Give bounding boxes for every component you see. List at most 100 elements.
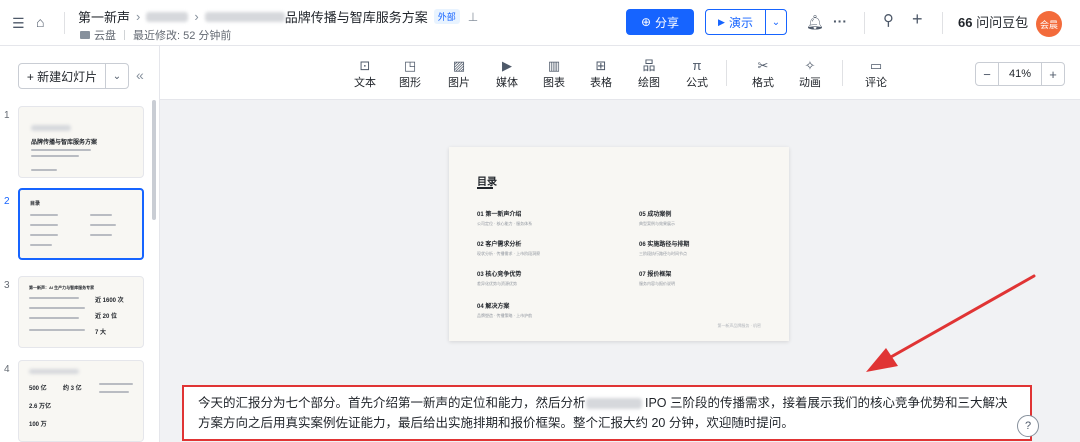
header-divider: [942, 12, 943, 34]
tool-media[interactable]: ▶ 媒体: [487, 58, 527, 90]
thumbnail-stat: 近 20 位: [95, 314, 118, 320]
speaker-notes[interactable]: 今天的汇报分为七个部分。首先介绍第一新声的定位和能力，然后分析 IPO 三阶段的…: [182, 385, 1032, 441]
thumbnail-title: 第一新声：AI 生产力与智库服务专家: [29, 285, 95, 290]
breadcrumb-root[interactable]: 第一新声: [78, 7, 130, 26]
redacted-folder[interactable]: [146, 11, 189, 22]
new-slide-button[interactable]: + 新建幻灯片: [18, 63, 106, 89]
agenda-item[interactable]: 03 核心竞争优势 差异化优势与资源优势: [477, 269, 521, 287]
toolbar-divider: [842, 60, 843, 86]
help-icon[interactable]: ?: [1017, 415, 1039, 437]
tool-comment[interactable]: ▭ 评论: [856, 58, 896, 90]
document-meta: 云盘 最近修改: 52 分钟前: [80, 27, 231, 43]
thumbnail-stat: 7 大: [95, 330, 107, 336]
ask-ai-button[interactable]: 66 问问豆包: [958, 15, 1028, 31]
thumbnail-line: [30, 224, 58, 226]
table-icon: ⊞: [595, 58, 607, 73]
redacted-client-name: [204, 11, 285, 22]
tool-diagram[interactable]: 品绘图: [629, 58, 669, 90]
tool-label: 媒体: [496, 77, 518, 89]
more-icon[interactable]: ···: [833, 13, 847, 29]
slide-number: 1: [4, 110, 10, 121]
agenda-heading: 01 第一新声介绍: [477, 212, 522, 218]
header-divider: [864, 12, 865, 34]
agenda-heading: 07 报价框架: [639, 272, 672, 278]
agenda-sub: 典型案例与效果展示: [639, 221, 675, 226]
thumbnail-line: [31, 149, 91, 151]
diagram-icon: 品: [642, 58, 656, 73]
comment-icon: ▭: [869, 58, 883, 73]
slide-canvas[interactable]: 目录 01 第一新声介绍 公司定位 · 核心能力 · 服务体系 02 客户需求分…: [449, 147, 789, 341]
tool-table[interactable]: ⊞ 表格: [581, 58, 621, 90]
thumbnail-line: [30, 234, 58, 236]
agenda-item[interactable]: 05 成功案例 典型案例与效果展示: [639, 209, 675, 227]
format-icon: ✂: [757, 58, 769, 73]
slide-number: 3: [4, 280, 10, 291]
tool-text[interactable]: ⊡ 文本: [345, 58, 385, 90]
tool-animation[interactable]: ✧ 动画: [790, 58, 830, 90]
search-icon[interactable]: ⚲: [883, 13, 894, 29]
toolbar-divider: [726, 60, 727, 86]
slide-thumbnail-3[interactable]: 第一新声：AI 生产力与智库服务专家 近 1600 次 近 20 位 7 大: [18, 276, 144, 348]
thumbnail-line: [31, 155, 79, 157]
tool-shape[interactable]: ◳ 图形: [390, 58, 430, 90]
zoom-in-icon[interactable]: +: [1042, 63, 1064, 85]
zoom-value[interactable]: 41%: [998, 63, 1042, 85]
thumbnail-line: [30, 214, 58, 216]
agenda-sub: 三阶段执行路径与时间节点: [639, 251, 687, 256]
pin-icon[interactable]: ⊥: [468, 10, 478, 24]
present-button[interactable]: ▶ 演示 ⌄: [705, 9, 787, 35]
chevron-right-icon: ›: [194, 9, 199, 24]
formula-icon: π: [692, 58, 702, 73]
tool-label: 图片: [448, 77, 470, 89]
folder-icon: [80, 31, 90, 39]
agenda-heading: 06 实施路径与排期: [639, 242, 690, 248]
chevron-down-icon[interactable]: ⌄: [105, 63, 129, 89]
document-title[interactable]: 品牌传播与智库服务方案: [285, 7, 428, 26]
slide-number: 4: [4, 364, 10, 375]
redacted-text: [29, 369, 79, 374]
home-icon[interactable]: ⌂: [36, 14, 44, 30]
chevron-down-icon[interactable]: ⌄: [766, 17, 786, 28]
tool-label: 评论: [865, 77, 887, 89]
ask-ai-label: 问问豆包: [976, 15, 1029, 30]
text-icon: ⊡: [359, 58, 371, 73]
add-icon[interactable]: +: [912, 10, 923, 28]
thumbnail-scrollbar[interactable]: [152, 100, 156, 220]
agenda-heading: 03 核心竞争优势: [477, 272, 522, 278]
bell-icon[interactable]: 🔔︎: [806, 14, 824, 30]
tool-chart[interactable]: ▥ 图表: [534, 58, 574, 90]
agenda-item[interactable]: 07 报价框架 服务内容与报价说明: [639, 269, 675, 287]
agenda-item[interactable]: 01 第一新声介绍 公司定位 · 核心能力 · 服务体系: [477, 209, 532, 227]
agenda-item[interactable]: 02 客户需求分析 现状分析 · 传播需求 · 上市阶段洞察: [477, 239, 540, 257]
tool-label: 图形: [399, 77, 421, 89]
external-badge: 外部: [433, 9, 460, 24]
present-main[interactable]: ▶ 演示: [706, 10, 766, 34]
tool-format[interactable]: ✂ 格式: [743, 58, 783, 90]
thumbnail-line: [99, 391, 129, 393]
present-label: 演示: [728, 15, 753, 30]
tool-formula[interactable]: π 公式: [677, 58, 717, 90]
zoom-out-icon[interactable]: −: [976, 63, 998, 85]
avatar[interactable]: 会晨: [1036, 11, 1062, 37]
share-button[interactable]: ⊕ 分享: [626, 9, 694, 35]
agenda-sub: 公司定位 · 核心能力 · 服务体系: [477, 221, 533, 226]
shape-icon: ◳: [403, 58, 417, 73]
slide-title[interactable]: 目录: [477, 173, 497, 188]
image-icon: ▨: [452, 58, 466, 73]
tool-label: 公式: [686, 77, 708, 89]
slide-footer: 第一新声品牌服务 · 机密: [717, 323, 761, 328]
agenda-item[interactable]: 04 解决方案 品牌塑造 · 传播策略 · 上市护航: [477, 301, 532, 319]
media-icon: ▶: [502, 58, 512, 73]
thumbnail-line: [99, 383, 133, 385]
location-label[interactable]: 云盘: [94, 27, 116, 43]
thumbnail-line: [31, 169, 57, 171]
slide-thumbnail-4[interactable]: 500 亿 约 3 亿 2.6 万亿 100 万: [18, 360, 144, 442]
slide-thumbnail-2[interactable]: 目录: [18, 188, 144, 260]
slide-thumbnail-1[interactable]: 品牌传播与智库服务方案: [18, 106, 144, 178]
collapse-icon[interactable]: «: [136, 67, 144, 83]
globe-icon: ⊕: [640, 15, 652, 29]
tool-image[interactable]: ▨ 图片: [439, 58, 479, 90]
sidebar-toggle-icon[interactable]: ☰: [12, 15, 25, 31]
breadcrumb: 第一新声 › › 品牌传播与智库服务方案 外部 ⊥: [78, 7, 478, 26]
agenda-item[interactable]: 06 实施路径与排期 三阶段执行路径与时间节点: [639, 239, 689, 257]
